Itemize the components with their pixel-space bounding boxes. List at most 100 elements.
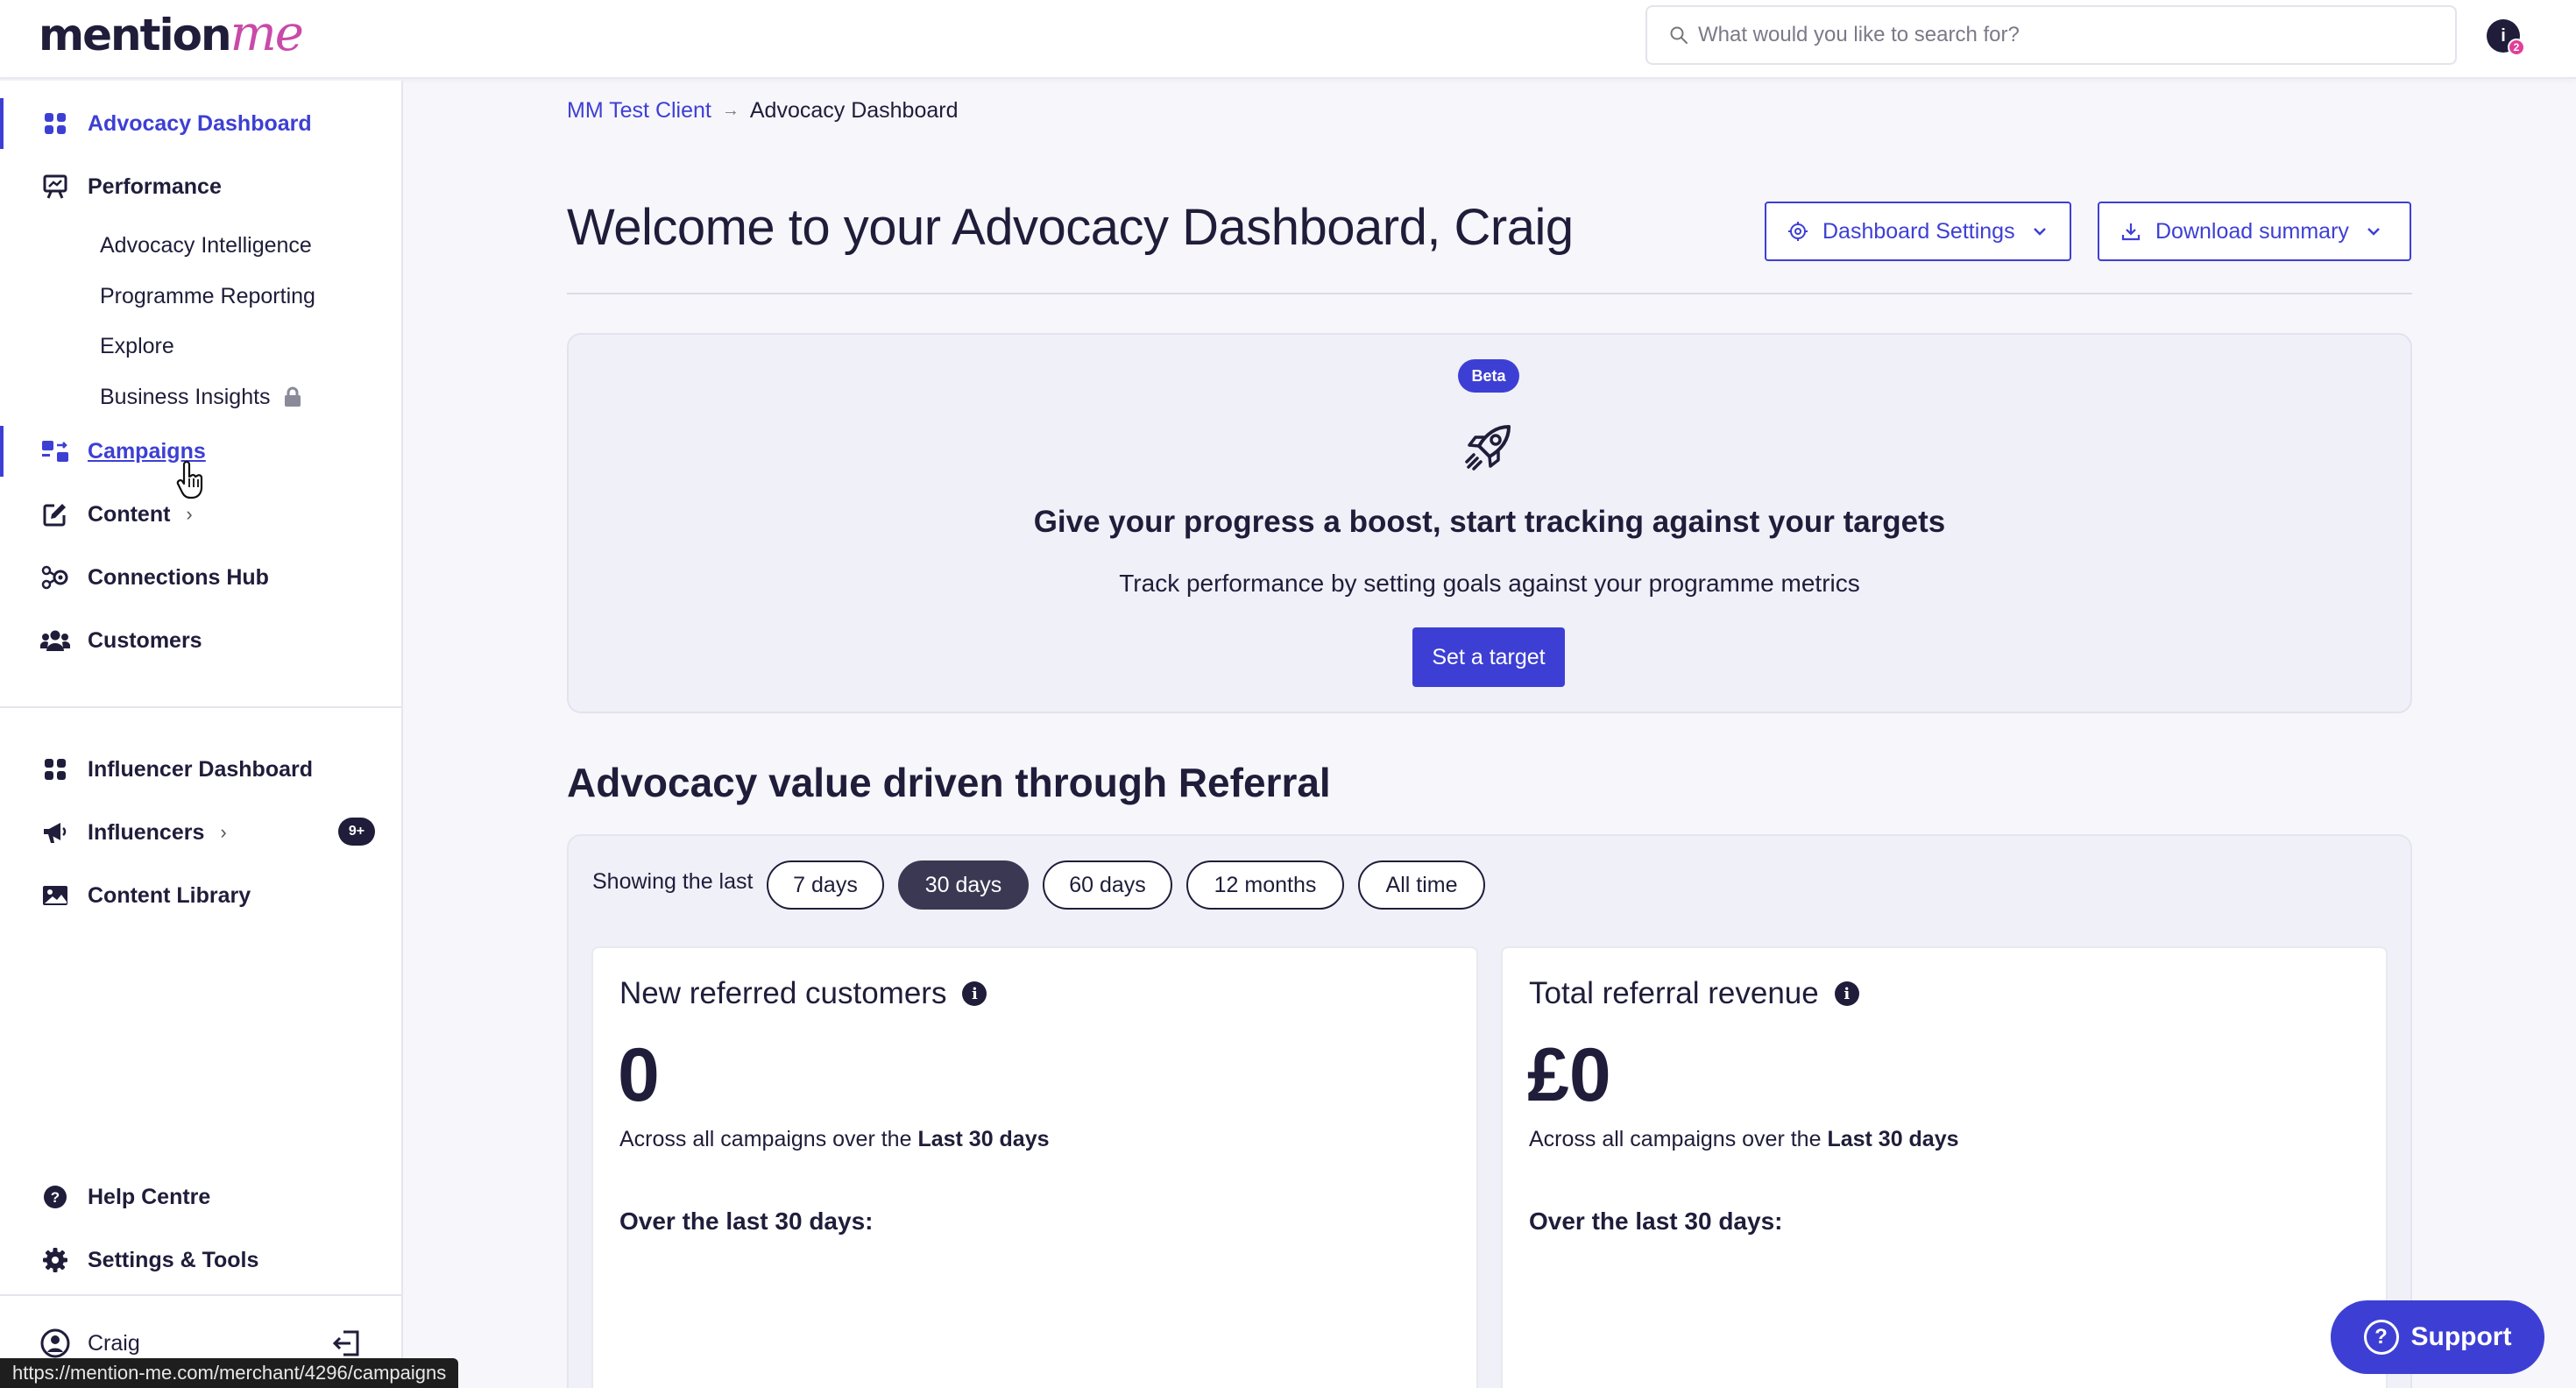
section-title: Advocacy value driven through Referral	[567, 760, 1331, 805]
sidebar-item-influencer-dashboard[interactable]: Influencer Dashboard	[0, 744, 401, 795]
campaigns-icon	[40, 436, 70, 466]
sidebar-subitem-advocacy-intelligence[interactable]: Advocacy Intelligence	[100, 228, 312, 263]
card-value: 0	[618, 1033, 660, 1117]
sidebar-item-label: Performance	[88, 174, 222, 199]
sidebar-item-label: Advocacy Dashboard	[88, 110, 312, 136]
filter-chip-60-days[interactable]: 60 days	[1043, 860, 1172, 910]
filter-chip-all-time[interactable]: All time	[1358, 860, 1485, 910]
dashboard-grid-icon	[40, 109, 70, 138]
sidebar-item-performance[interactable]: Performance	[0, 161, 401, 212]
logo-text-me: me	[230, 5, 304, 62]
card-title-text: New referred customers	[619, 976, 947, 1010]
sidebar-divider	[0, 706, 401, 708]
user-name: Craig	[88, 1330, 140, 1356]
page-title: Welcome to your Advocacy Dashboard, Crai…	[567, 199, 1574, 256]
presentation-chart-icon	[40, 172, 70, 202]
edit-pencil-icon	[40, 499, 70, 529]
card-desc-period: Last 30 days	[917, 1127, 1050, 1151]
sidebar-subitem-label: Business Insights	[100, 384, 271, 409]
card-desc-text: Across all campaigns over the	[619, 1127, 912, 1151]
download-icon	[2119, 219, 2143, 244]
logout-icon[interactable]	[331, 1328, 363, 1359]
info-icon[interactable]: i	[1834, 981, 1859, 1006]
time-filter-label: Showing the last	[592, 869, 754, 894]
card-title: New referred customers i	[619, 976, 987, 1011]
support-button[interactable]: ? Support	[2331, 1300, 2544, 1374]
banner-title: Give your progress a boost, start tracki…	[1033, 505, 1946, 539]
card-desc-period: Last 30 days	[1827, 1127, 1959, 1151]
influencers-count-badge: 9+	[338, 818, 375, 846]
sidebar-item-content-library[interactable]: Content Library	[0, 870, 401, 921]
card-desc-text: Across all campaigns over the	[1529, 1127, 1822, 1151]
breadcrumb-arrow-icon: →	[721, 101, 740, 120]
sidebar-item-settings-tools[interactable]: Settings & Tools	[0, 1235, 401, 1285]
top-bar: mentionme i 2	[0, 0, 2576, 79]
sidebar-item-customers[interactable]: Customers	[0, 615, 401, 666]
sidebar-subitem-programme-reporting[interactable]: Programme Reporting	[100, 279, 315, 314]
sidebar-item-connections-hub[interactable]: Connections Hub	[0, 552, 401, 603]
sidebar-item-advocacy-dashboard[interactable]: Advocacy Dashboard	[0, 98, 401, 149]
mention-me-logo[interactable]: mention me	[39, 5, 304, 67]
svg-text:?: ?	[51, 1189, 60, 1206]
sidebar-item-label: Content Library	[88, 882, 251, 908]
dashboard-grid-icon	[40, 754, 70, 784]
chevron-right-icon: ›	[186, 503, 193, 525]
metric-card-new-referred-customers: New referred customers i 0 Across all ca…	[591, 946, 1478, 1388]
gear-icon	[40, 1245, 70, 1275]
card-value: £0	[1527, 1033, 1611, 1117]
connections-hub-icon	[40, 563, 70, 592]
breadcrumb-client-link[interactable]: MM Test Client	[567, 98, 711, 124]
filter-chip-7-days[interactable]: 7 days	[767, 860, 884, 910]
beta-badge: Beta	[1458, 359, 1519, 393]
filter-chip-12-months[interactable]: 12 months	[1186, 860, 1344, 910]
support-label: Support	[2410, 1322, 2512, 1351]
megaphone-icon	[40, 818, 70, 847]
search-input[interactable]	[1698, 23, 2399, 47]
search-icon	[1660, 9, 1698, 61]
card-title-text: Total referral revenue	[1529, 976, 1819, 1010]
card-over-label: Over the last 30 days:	[619, 1207, 874, 1235]
sidebar-item-help-centre[interactable]: ? Help Centre	[0, 1172, 401, 1222]
chevron-right-icon: ›	[220, 821, 227, 843]
info-icon[interactable]: i	[962, 981, 987, 1006]
users-group-icon	[40, 626, 70, 655]
image-gallery-icon	[40, 881, 70, 910]
sidebar-item-label: Influencers	[88, 819, 205, 845]
filter-chip-30-days[interactable]: 30 days	[898, 860, 1029, 910]
notification-badge: 2	[2508, 39, 2525, 56]
card-description: Across all campaigns over the Last 30 da…	[619, 1127, 1050, 1152]
sidebar-divider	[0, 1294, 401, 1296]
card-title: Total referral revenue i	[1529, 976, 1859, 1011]
chevron-down-icon	[2365, 223, 2382, 240]
sidebar-item-label: Settings & Tools	[88, 1247, 259, 1272]
user-initial: i	[2501, 25, 2506, 46]
user-circle-icon	[40, 1328, 70, 1358]
set-target-button[interactable]: Set a target	[1412, 627, 1565, 687]
sidebar-subitem-business-insights[interactable]: Business Insights	[100, 379, 302, 414]
sidebar-item-influencers[interactable]: Influencers › 9+	[0, 807, 401, 858]
user-avatar-button[interactable]: i 2	[2487, 19, 2525, 56]
status-bar-url: https://mention-me.com/merchant/4296/cam…	[0, 1358, 459, 1388]
gear-icon	[1786, 219, 1810, 244]
help-circle-icon: ?	[40, 1182, 70, 1212]
dashboard-settings-button[interactable]: Dashboard Settings	[1765, 202, 2071, 261]
chevron-down-icon	[2031, 223, 2049, 240]
metric-card-total-referral-revenue: Total referral revenue i £0 Across all c…	[1501, 946, 2388, 1388]
hand-pointer-cursor-icon	[175, 460, 205, 499]
breadcrumb: MM Test Client → Advocacy Dashboard	[567, 98, 959, 124]
sidebar: Advocacy Dashboard Performance Advocacy …	[0, 81, 403, 1388]
sidebar-item-label: Help Centre	[88, 1184, 211, 1209]
lock-icon	[283, 386, 302, 407]
breadcrumb-current: Advocacy Dashboard	[749, 98, 959, 123]
card-over-label: Over the last 30 days:	[1529, 1207, 1783, 1235]
download-summary-button[interactable]: Download summary	[2098, 202, 2411, 261]
search-box[interactable]	[1645, 5, 2457, 65]
card-description: Across all campaigns over the Last 30 da…	[1529, 1127, 1959, 1152]
sidebar-subitem-explore[interactable]: Explore	[100, 329, 174, 364]
question-icon: ?	[2363, 1320, 2399, 1355]
sidebar-item-label: Influencer Dashboard	[88, 756, 313, 782]
dashboard-settings-label: Dashboard Settings	[1822, 218, 2015, 244]
sidebar-item-label: Connections Hub	[88, 564, 269, 590]
sidebar-item-label: Customers	[88, 627, 202, 653]
download-summary-label: Download summary	[2155, 218, 2349, 244]
